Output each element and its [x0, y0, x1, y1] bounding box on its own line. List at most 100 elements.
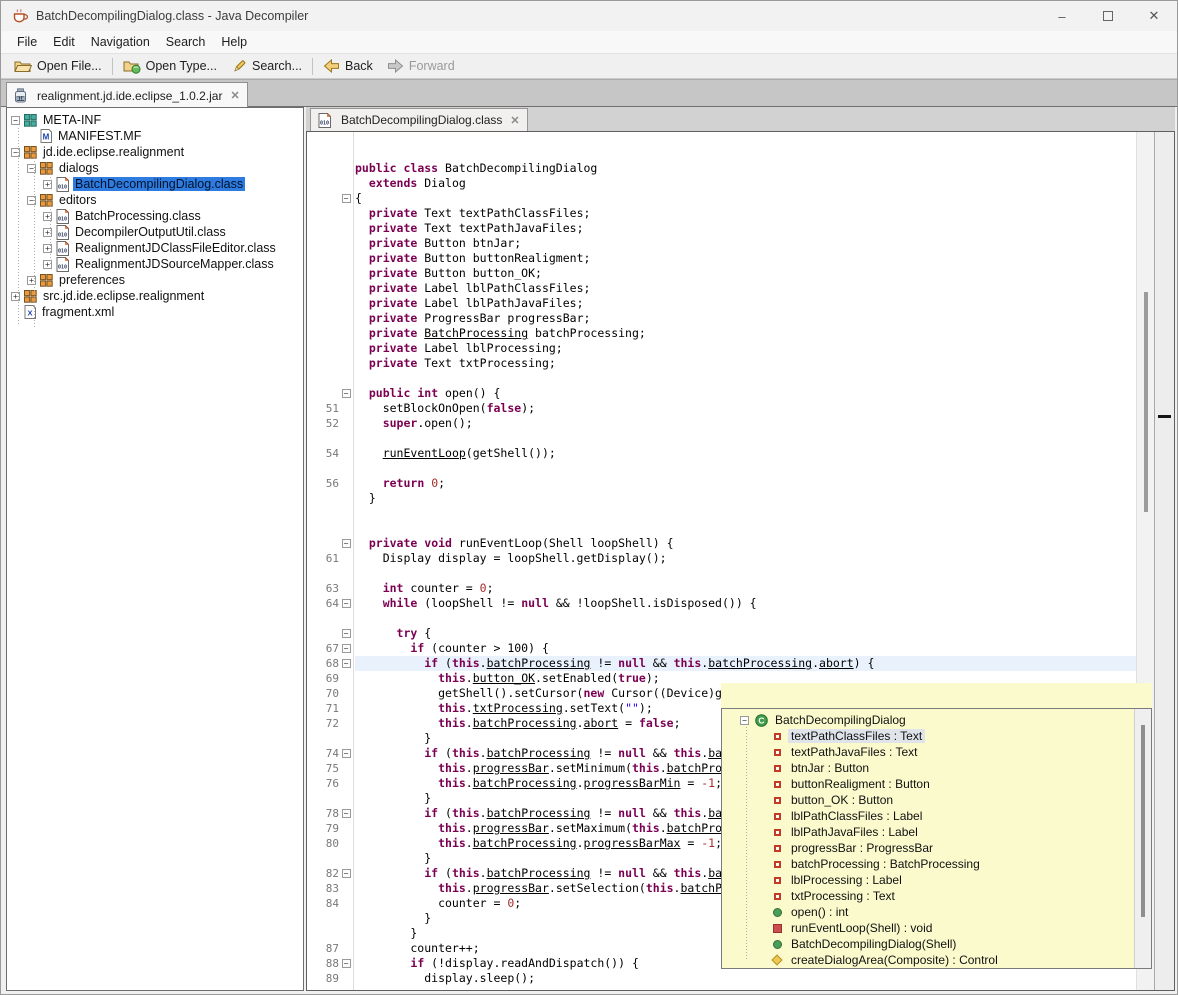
- open-file-button[interactable]: Open File...: [7, 57, 109, 75]
- code-line[interactable]: runEventLoop(getShell());: [355, 446, 1136, 461]
- fold-collapse-icon[interactable]: −: [342, 959, 351, 968]
- code-line[interactable]: [355, 611, 1136, 626]
- fold-collapse-icon[interactable]: −: [342, 659, 351, 668]
- code-line[interactable]: Display display = loopShell.getDisplay()…: [355, 551, 1136, 566]
- tree-item-meta-inf[interactable]: −META-INF: [7, 112, 303, 128]
- outline-item-textpathjavafiles-text[interactable]: textPathJavaFiles : Text: [722, 744, 1151, 760]
- code-line[interactable]: private Text textPathJavaFiles;: [355, 221, 1136, 236]
- fold-collapse-icon[interactable]: −: [342, 749, 351, 758]
- code-line[interactable]: private BatchProcessing batchProcessing;: [355, 326, 1136, 341]
- outline-item-label: createDialogArea(Composite) : Control: [788, 953, 1001, 967]
- code-line[interactable]: private Label lblPathClassFiles;: [355, 281, 1136, 296]
- tree-item-realignmentjdclassfileeditor-class[interactable]: +010RealignmentJDClassFileEditor.class: [7, 240, 303, 256]
- code-line[interactable]: {: [355, 191, 1136, 206]
- code-line[interactable]: [355, 506, 1136, 521]
- outline-item-batchdecompilingdialog-shell[interactable]: BatchDecompilingDialog(Shell): [722, 936, 1151, 952]
- tree-item-src-jd-ide-eclipse-realignment[interactable]: +src.jd.ide.eclipse.realignment: [7, 288, 303, 304]
- popup-scrollbar[interactable]: [1134, 709, 1151, 968]
- gutter-row: [307, 311, 353, 326]
- outline-item-button-ok-button[interactable]: button_OK : Button: [722, 792, 1151, 808]
- collapse-icon[interactable]: −: [740, 716, 749, 725]
- fold-collapse-icon[interactable]: −: [342, 644, 351, 653]
- outline-item-runeventloop-shell-void[interactable]: runEventLoop(Shell) : void: [722, 920, 1151, 936]
- code-line-highlighted[interactable]: if (this.batchProcessing != null && this…: [355, 656, 1136, 671]
- fold-collapse-icon[interactable]: −: [342, 629, 351, 638]
- tab-jar-file[interactable]: 010 realignment.jd.ide.eclipse_1.0.2.jar…: [6, 82, 248, 108]
- code-line[interactable]: private Text textPathClassFiles;: [355, 206, 1136, 221]
- code-line[interactable]: private Button btnJar;: [355, 236, 1136, 251]
- tree-item-dialogs[interactable]: −dialogs: [7, 160, 303, 176]
- code-line[interactable]: public class BatchDecompilingDialog: [355, 161, 1136, 176]
- overview-ruler-mark[interactable]: [1158, 415, 1171, 418]
- collapse-icon[interactable]: −: [11, 116, 20, 125]
- maximize-button[interactable]: [1085, 1, 1131, 31]
- outline-item-lblpathjavafiles-label[interactable]: lblPathJavaFiles : Label: [722, 824, 1151, 840]
- outline-item-btnjar-button[interactable]: btnJar : Button: [722, 760, 1151, 776]
- menu-item-help[interactable]: Help: [213, 33, 255, 51]
- outline-item-textpathclassfiles-text[interactable]: textPathClassFiles : Text: [722, 728, 1151, 744]
- tree-item-editors[interactable]: −editors: [7, 192, 303, 208]
- code-line[interactable]: private Text txtProcessing;: [355, 356, 1136, 371]
- tab-class-file[interactable]: 010 BatchDecompilingDialog.class ✕: [310, 108, 528, 131]
- tree-item-preferences[interactable]: +preferences: [7, 272, 303, 288]
- outline-item-batchprocessing-batchprocessing[interactable]: batchProcessing : BatchProcessing: [722, 856, 1151, 872]
- editor-tab-close-icon[interactable]: ✕: [508, 114, 519, 127]
- fold-collapse-icon[interactable]: −: [342, 539, 351, 548]
- fold-collapse-icon[interactable]: −: [342, 809, 351, 818]
- outline-item-progressbar-progressbar[interactable]: progressBar : ProgressBar: [722, 840, 1151, 856]
- code-line[interactable]: display.sleep();: [355, 971, 1136, 986]
- fold-collapse-icon[interactable]: −: [342, 194, 351, 203]
- outline-item-batchdecompilingdialog[interactable]: −CBatchDecompilingDialog: [722, 712, 1151, 728]
- code-line[interactable]: private void runEventLoop(Shell loopShel…: [355, 536, 1136, 551]
- code-line[interactable]: int counter = 0;: [355, 581, 1136, 596]
- menu-item-search[interactable]: Search: [158, 33, 214, 51]
- code-line[interactable]: extends Dialog: [355, 176, 1136, 191]
- code-line[interactable]: return 0;: [355, 476, 1136, 491]
- outline-item-createdialogarea-composite-control[interactable]: createDialogArea(Composite) : Control: [722, 952, 1151, 968]
- open-type-button[interactable]: Open Type...: [116, 57, 224, 76]
- fold-collapse-icon[interactable]: −: [342, 389, 351, 398]
- outline-item-txtprocessing-text[interactable]: txtProcessing : Text: [722, 888, 1151, 904]
- code-line[interactable]: public int open() {: [355, 386, 1136, 401]
- close-button[interactable]: ✕: [1131, 1, 1177, 31]
- code-line[interactable]: while (loopShell != null && !loopShell.i…: [355, 596, 1136, 611]
- minimize-button[interactable]: –: [1039, 1, 1085, 31]
- menu-item-file[interactable]: File: [9, 33, 45, 51]
- tree-item-jd-ide-eclipse-realignment[interactable]: −jd.ide.eclipse.realignment: [7, 144, 303, 160]
- outline-item-buttonrealigment-button[interactable]: buttonRealigment : Button: [722, 776, 1151, 792]
- tree-item-realignmentjdsourcemapper-class[interactable]: +010RealignmentJDSourceMapper.class: [7, 256, 303, 272]
- code-line[interactable]: [355, 521, 1136, 536]
- tree-item-fragment-xml[interactable]: Xfragment.xml: [7, 304, 303, 320]
- search-button[interactable]: Search...: [224, 57, 309, 76]
- code-line[interactable]: private Label lblPathJavaFiles;: [355, 296, 1136, 311]
- tree-item-batchdecompilingdialog-class[interactable]: +010BatchDecompilingDialog.class: [7, 176, 303, 192]
- fold-collapse-icon[interactable]: −: [342, 599, 351, 608]
- outline-item-lblprocessing-label[interactable]: lblProcessing : Label: [722, 872, 1151, 888]
- outline-item-lblpathclassfiles-label[interactable]: lblPathClassFiles : Label: [722, 808, 1151, 824]
- tree-item-decompileroutpututil-class[interactable]: +010DecompilerOutputUtil.class: [7, 224, 303, 240]
- overview-ruler[interactable]: [1154, 132, 1174, 990]
- code-line[interactable]: }: [355, 491, 1136, 506]
- code-line[interactable]: [355, 566, 1136, 581]
- code-line[interactable]: private Button buttonRealigment;: [355, 251, 1136, 266]
- outline-item-open-int[interactable]: open() : int: [722, 904, 1151, 920]
- fold-collapse-icon[interactable]: −: [342, 869, 351, 878]
- code-line[interactable]: if (counter > 100) {: [355, 641, 1136, 656]
- code-line[interactable]: private Label lblProcessing;: [355, 341, 1136, 356]
- code-line[interactable]: private ProgressBar progressBar;: [355, 311, 1136, 326]
- jar-tab-close-icon[interactable]: ✕: [228, 89, 239, 102]
- menu-item-navigation[interactable]: Navigation: [83, 33, 158, 51]
- tree-item-batchprocessing-class[interactable]: +010BatchProcessing.class: [7, 208, 303, 224]
- code-line[interactable]: [355, 371, 1136, 386]
- code-line[interactable]: private Button button_OK;: [355, 266, 1136, 281]
- code-line[interactable]: [355, 431, 1136, 446]
- code-line[interactable]: try {: [355, 626, 1136, 641]
- editor-scrollbar-thumb[interactable]: [1144, 292, 1148, 512]
- back-button[interactable]: Back: [316, 57, 380, 75]
- tree-item-manifest-mf[interactable]: MMANIFEST.MF: [7, 128, 303, 144]
- code-line[interactable]: super.open();: [355, 416, 1136, 431]
- code-line[interactable]: [355, 461, 1136, 476]
- code-line[interactable]: setBlockOnOpen(false);: [355, 401, 1136, 416]
- popup-scrollbar-thumb[interactable]: [1141, 725, 1145, 917]
- menu-item-edit[interactable]: Edit: [45, 33, 83, 51]
